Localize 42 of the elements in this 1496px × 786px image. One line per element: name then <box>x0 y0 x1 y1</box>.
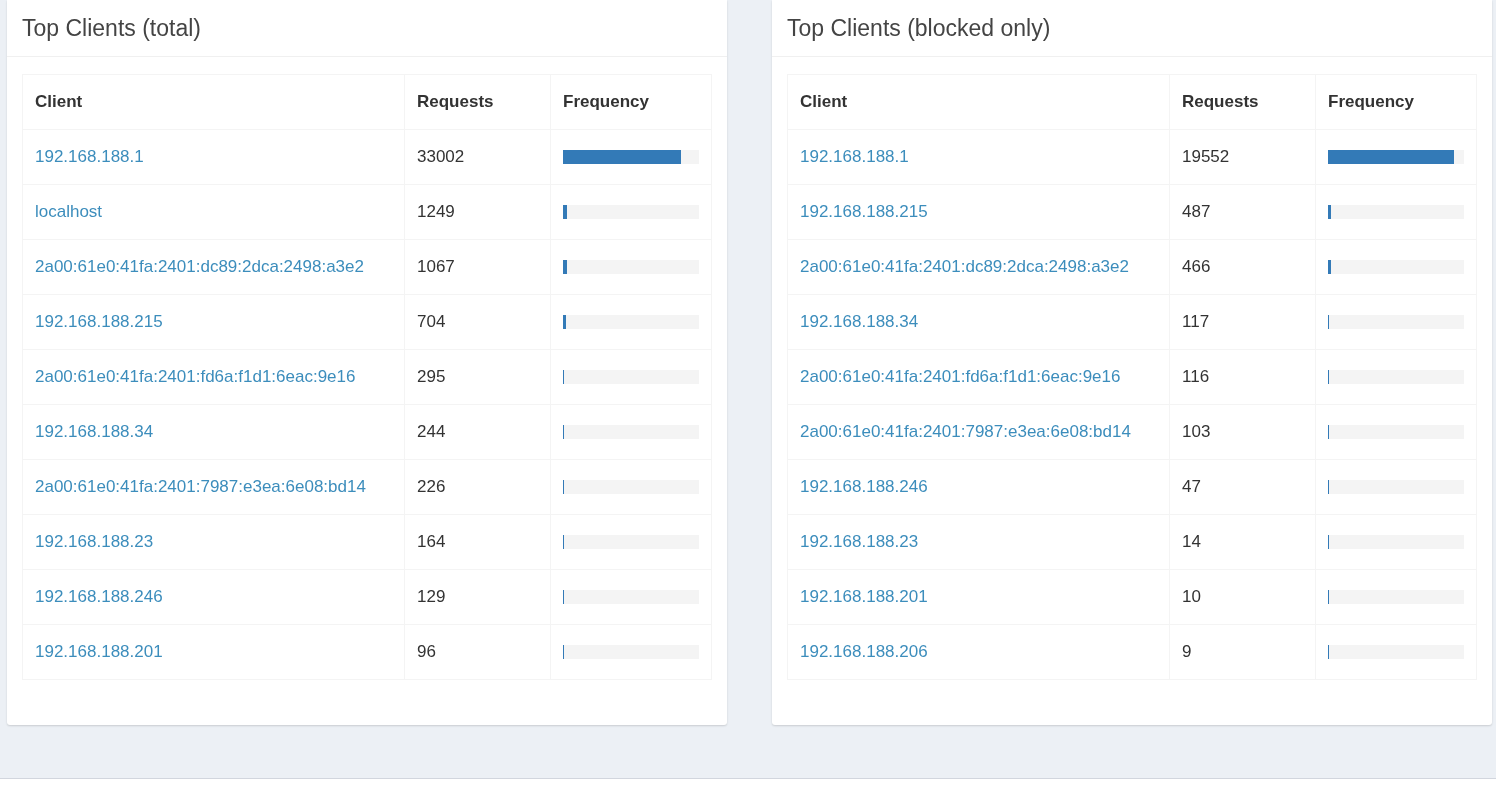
requests-cell: 295 <box>404 349 551 405</box>
requests-cell: 33002 <box>404 129 551 185</box>
client-link[interactable]: 192.168.188.215 <box>800 202 928 221</box>
client-link[interactable]: 192.168.188.34 <box>800 312 919 331</box>
requests-cell: 116 <box>1169 349 1316 405</box>
requests-cell: 1249 <box>404 184 551 240</box>
requests-cell: 47 <box>1169 459 1316 515</box>
requests-cell: 704 <box>404 294 551 350</box>
requests-cell: 164 <box>404 514 551 570</box>
requests-cell: 9 <box>1169 624 1316 680</box>
column-header: Client <box>22 74 405 130</box>
column-header: Requests <box>404 74 551 130</box>
column-header: Requests <box>1169 74 1316 130</box>
client-link[interactable]: 192.168.188.34 <box>35 422 154 441</box>
panel-title: Top Clients (blocked only) <box>787 14 1051 42</box>
requests-cell: 1067 <box>404 239 551 295</box>
requests-cell: 129 <box>404 569 551 625</box>
requests-cell: 14 <box>1169 514 1316 570</box>
column-header: Frequency <box>1315 74 1477 130</box>
requests-cell: 19552 <box>1169 129 1316 185</box>
client-link[interactable]: localhost <box>35 202 103 221</box>
requests-cell: 466 <box>1169 239 1316 295</box>
client-link[interactable]: 192.168.188.215 <box>35 312 163 331</box>
client-link[interactable]: 192.168.188.1 <box>35 147 144 166</box>
client-link[interactable]: 192.168.188.206 <box>800 642 928 661</box>
requests-cell: 96 <box>404 624 551 680</box>
requests-cell: 226 <box>404 459 551 515</box>
client-link[interactable]: 192.168.188.246 <box>35 587 163 606</box>
client-link[interactable]: 192.168.188.23 <box>800 532 919 551</box>
client-link[interactable]: 192.168.188.246 <box>800 477 928 496</box>
client-link[interactable]: 192.168.188.201 <box>800 587 928 606</box>
requests-cell: 103 <box>1169 404 1316 460</box>
client-link[interactable]: 192.168.188.201 <box>35 642 163 661</box>
client-link[interactable]: 192.168.188.23 <box>35 532 154 551</box>
client-link[interactable]: 192.168.188.1 <box>800 147 909 166</box>
panel-title: Top Clients (total) <box>22 14 201 42</box>
column-header: Client <box>787 74 1170 130</box>
requests-cell: 487 <box>1169 184 1316 240</box>
requests-cell: 10 <box>1169 569 1316 625</box>
requests-cell: 244 <box>404 404 551 460</box>
requests-cell: 117 <box>1169 294 1316 350</box>
column-header: Frequency <box>550 74 712 130</box>
